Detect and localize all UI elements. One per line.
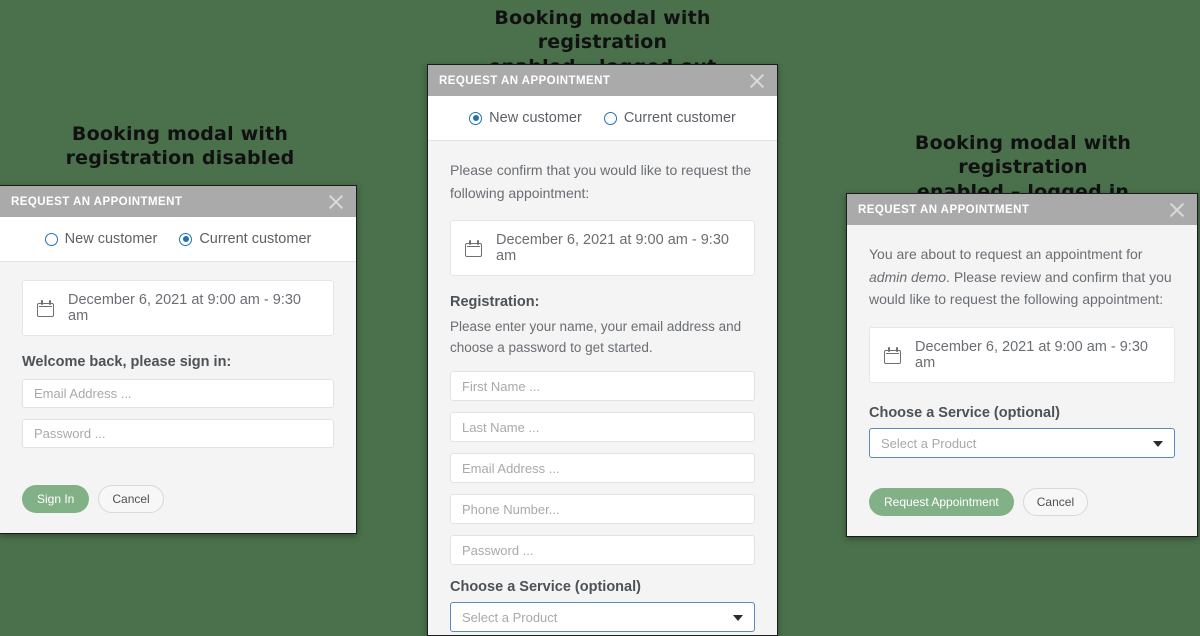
close-icon[interactable] bbox=[325, 191, 347, 213]
registration-subtext: Please enter your name, your email addre… bbox=[450, 319, 742, 356]
radio-option-current-customer[interactable]: Current customer bbox=[603, 110, 736, 126]
radio-option-new-customer[interactable]: New customer bbox=[44, 231, 158, 247]
customer-type-radio-group: New customer Current customer bbox=[0, 217, 356, 262]
appointment-datetime-card: December 6, 2021 at 9:00 am - 9:30 am bbox=[22, 280, 334, 336]
last-name-field[interactable] bbox=[450, 412, 755, 443]
appointment-datetime-card: December 6, 2021 at 9:00 am - 9:30 am bbox=[869, 327, 1175, 384]
modal-header: REQUEST AN APPOINTMENT bbox=[0, 186, 356, 217]
appointment-datetime-text: December 6, 2021 at 9:00 am - 9:30 am bbox=[68, 292, 301, 324]
caption-left-modal: Booking modal with registration disabled bbox=[65, 123, 295, 170]
service-select-value: Select a Product bbox=[881, 435, 977, 451]
intro-user-name: admin demo bbox=[869, 268, 947, 285]
cancel-button[interactable]: Cancel bbox=[1022, 488, 1089, 517]
appointment-datetime-text: December 6, 2021 at 9:00 am - 9:30 am bbox=[496, 232, 729, 265]
radio-option-new-customer[interactable]: New customer bbox=[469, 110, 582, 126]
modal-header: REQUEST AN APPOINTMENT bbox=[428, 65, 777, 96]
booking-modal-registration-enabled-logged-out: REQUEST AN APPOINTMENT New customer Curr… bbox=[427, 64, 778, 636]
radio-current-customer-icon[interactable] bbox=[179, 232, 193, 246]
email-field[interactable] bbox=[22, 379, 334, 408]
radio-current-customer-icon[interactable] bbox=[603, 111, 617, 125]
radio-new-customer-label: New customer bbox=[489, 110, 582, 126]
booking-modal-registration-disabled: REQUEST AN APPOINTMENT New customer Curr… bbox=[0, 185, 357, 534]
radio-current-customer-label: Current customer bbox=[199, 231, 312, 247]
password-field[interactable] bbox=[450, 535, 755, 566]
service-heading: Choose a Service (optional) bbox=[450, 579, 641, 596]
request-appointment-button[interactable]: Request Appointment bbox=[869, 488, 1014, 517]
intro-text: Please confirm that you would like to re… bbox=[450, 162, 752, 201]
service-heading: Choose a Service (optional) bbox=[869, 405, 1060, 422]
modal-body: You are about to request an appointment … bbox=[847, 225, 1197, 536]
email-field[interactable] bbox=[450, 453, 755, 484]
phone-field[interactable] bbox=[450, 494, 755, 525]
service-select-wrapper: Select a Product bbox=[869, 428, 1175, 459]
appointment-datetime-card: December 6, 2021 at 9:00 am - 9:30 am bbox=[450, 220, 755, 277]
modal-actions: Request Appointment Cancel bbox=[869, 462, 1175, 517]
cancel-button[interactable]: Cancel bbox=[98, 485, 164, 513]
first-name-field[interactable] bbox=[450, 371, 755, 402]
modal-body: December 6, 2021 at 9:00 am - 9:30 am We… bbox=[0, 262, 356, 533]
booking-modal-registration-enabled-logged-in: REQUEST AN APPOINTMENT You are about to … bbox=[846, 193, 1198, 538]
intro-text: You are about to request an appointment … bbox=[869, 243, 1175, 311]
password-field[interactable] bbox=[22, 419, 334, 448]
radio-new-customer-icon[interactable] bbox=[469, 111, 483, 125]
radio-new-customer-icon[interactable] bbox=[44, 232, 58, 246]
service-select[interactable]: Select a Product bbox=[869, 428, 1175, 459]
modal-title: REQUEST AN APPOINTMENT bbox=[858, 203, 1030, 216]
service-select-wrapper: Select a Product bbox=[450, 602, 755, 633]
appointment-datetime-text: December 6, 2021 at 9:00 am - 9:30 am bbox=[915, 339, 1148, 372]
registration-heading: Registration: bbox=[450, 294, 540, 311]
modal-actions: Sign In Cancel bbox=[22, 459, 334, 513]
calendar-icon bbox=[465, 239, 482, 257]
modal-title: REQUEST AN APPOINTMENT bbox=[11, 195, 183, 208]
radio-new-customer-label: New customer bbox=[64, 231, 158, 247]
service-select[interactable]: Select a Product bbox=[450, 602, 755, 633]
modal-title: REQUEST AN APPOINTMENT bbox=[439, 74, 611, 87]
radio-option-current-customer[interactable]: Current customer bbox=[179, 231, 311, 247]
radio-current-customer-label: Current customer bbox=[623, 110, 736, 126]
service-select-value: Select a Product bbox=[462, 609, 558, 625]
sign-in-button[interactable]: Sign In bbox=[22, 485, 90, 513]
calendar-icon bbox=[37, 299, 54, 317]
intro-text-part1: You are about to request an appointment … bbox=[869, 246, 1143, 262]
modal-header: REQUEST AN APPOINTMENT bbox=[847, 194, 1197, 225]
modal-body: Please confirm that you would like to re… bbox=[428, 141, 777, 635]
signin-heading: Welcome back, please sign in: bbox=[22, 354, 232, 370]
customer-type-radio-group: New customer Current customer bbox=[428, 96, 777, 141]
calendar-icon bbox=[884, 346, 901, 364]
close-icon[interactable] bbox=[746, 70, 768, 92]
close-icon[interactable] bbox=[1166, 199, 1188, 221]
